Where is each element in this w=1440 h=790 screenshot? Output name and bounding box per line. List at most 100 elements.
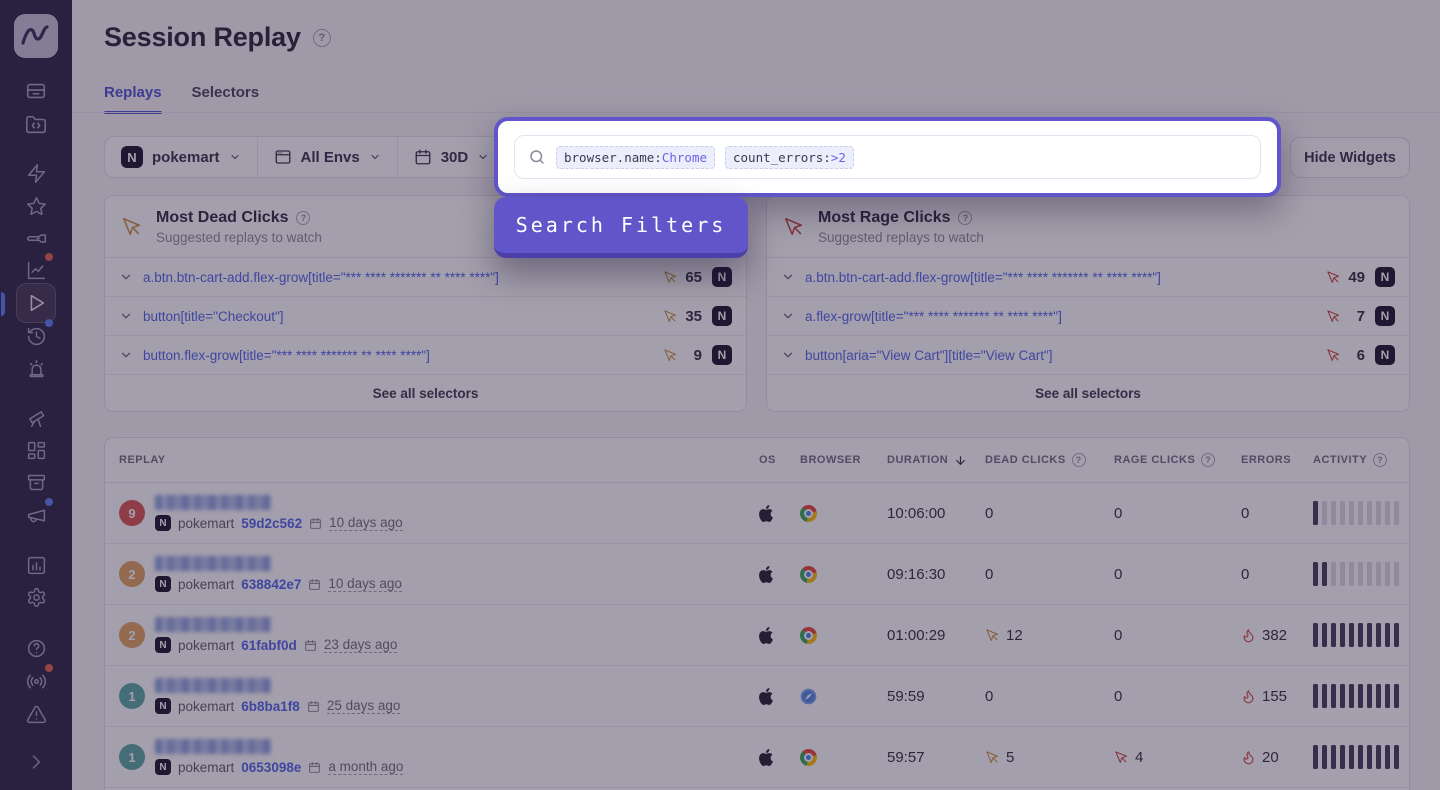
duration-value: 59:57: [887, 749, 985, 766]
replay-count-badge: 2: [119, 561, 145, 587]
replay-id-link[interactable]: 638842e7: [241, 577, 301, 592]
activity-bars: [1313, 501, 1399, 525]
sidebar-item-code-folder[interactable]: [16, 105, 56, 145]
tabs-divider: [72, 112, 1440, 113]
chevron-down-icon[interactable]: [781, 270, 795, 284]
rage-clicks-value: 0: [1114, 566, 1241, 583]
sidebar-item-megaphone[interactable]: [16, 495, 56, 535]
project-name: pokemart: [178, 638, 234, 653]
flame-icon: [1241, 628, 1256, 643]
see-all-selectors-button[interactable]: See all selectors: [767, 375, 1409, 411]
environment-dropdown[interactable]: All Envs: [258, 137, 398, 177]
project-dropdown[interactable]: N pokemart: [105, 137, 258, 177]
activity-bar: [1322, 684, 1327, 708]
filter-chip-browser-name[interactable]: browser.name:Chrome: [556, 146, 715, 169]
replay-id-link[interactable]: 0653098e: [241, 760, 301, 775]
chevron-down-icon: [369, 151, 381, 163]
selector-row[interactable]: a.btn.btn-cart-add.flex-grow[title="*** …: [767, 258, 1409, 297]
history-icon: [26, 326, 47, 347]
settings-icon: [26, 587, 47, 608]
activity-bar: [1394, 623, 1399, 647]
click-count: 49: [1326, 269, 1365, 286]
activity-bar: [1340, 501, 1345, 525]
inbox-icon: [25, 80, 47, 102]
table-row[interactable]: 9 N pokemart 59d2c562 10 days ago 10:06:…: [105, 483, 1409, 544]
errors-value: 0: [1241, 505, 1313, 522]
date-range-dropdown-label: 30D: [441, 149, 469, 166]
selector-link[interactable]: a.btn.btn-cart-add.flex-grow[title="*** …: [143, 270, 653, 285]
selector-row[interactable]: a.btn.btn-cart-add.flex-grow[title="*** …: [105, 258, 746, 297]
chrome-icon: [800, 566, 887, 583]
help-icon[interactable]: ?: [313, 29, 331, 47]
warning-icon: [26, 704, 47, 725]
chevron-down-icon: [477, 151, 489, 163]
table-row[interactable]: 1 N pokemart 6b8ba1f8 25 days ago 59:59 …: [105, 666, 1409, 727]
help-icon[interactable]: ?: [958, 211, 972, 225]
replay-count-badge: 1: [119, 744, 145, 770]
selector-link[interactable]: a.btn.btn-cart-add.flex-grow[title="*** …: [805, 270, 1316, 285]
selector-link[interactable]: button[aria="View Cart"][title="View Car…: [805, 348, 1316, 363]
siren-icon: [26, 359, 47, 380]
table-header-row: REPLAY OS BROWSER DURATION DEAD CLICKS? …: [105, 438, 1409, 483]
col-replay: REPLAY: [119, 454, 759, 466]
replay-date[interactable]: 25 days ago: [327, 698, 401, 714]
replay-date[interactable]: 23 days ago: [324, 637, 398, 653]
chevron-down-icon[interactable]: [119, 270, 133, 284]
activity-bar: [1358, 623, 1363, 647]
help-icon[interactable]: ?: [1373, 453, 1387, 467]
selector-row[interactable]: button[title="Checkout"] 35 N: [105, 297, 746, 336]
replays-table: REPLAY OS BROWSER DURATION DEAD CLICKS? …: [104, 437, 1410, 790]
selector-link[interactable]: a.flex-grow[title="*** **** ******* ** *…: [805, 309, 1316, 324]
date-range-dropdown[interactable]: 30D: [398, 137, 506, 177]
tab-selectors[interactable]: Selectors: [192, 84, 260, 114]
col-duration[interactable]: DURATION: [887, 454, 985, 467]
app-logo[interactable]: [14, 14, 58, 58]
selector-link[interactable]: button[title="Checkout"]: [143, 309, 653, 324]
user-name-blurred: [155, 617, 271, 632]
help-icon[interactable]: ?: [296, 211, 310, 225]
replay-id-link[interactable]: 61fabf0d: [241, 638, 297, 653]
chevron-down-icon[interactable]: [119, 309, 133, 323]
page-title: Session Replay ?: [104, 22, 331, 53]
sidebar-item-siren[interactable]: [16, 349, 56, 389]
cursor-icon: [663, 309, 678, 324]
replay-date[interactable]: 10 days ago: [329, 515, 403, 531]
megaphone-icon: [26, 505, 47, 526]
replay-date[interactable]: 10 days ago: [328, 576, 402, 592]
help-icon[interactable]: ?: [1072, 453, 1086, 467]
replay-id-link[interactable]: 59d2c562: [241, 516, 302, 531]
search-input[interactable]: browser.name:Chrome count_errors:>2: [514, 135, 1261, 179]
dead-clicks-value: 0: [985, 688, 1114, 705]
table-row[interactable]: 2 N pokemart 61fabf0d 23 days ago 01:00:…: [105, 605, 1409, 666]
activity-bar: [1394, 562, 1399, 586]
chevron-down-icon[interactable]: [119, 348, 133, 362]
chevron-down-icon[interactable]: [781, 309, 795, 323]
session-replay-app: Session Replay ? Replays Selectors N pok…: [0, 0, 1440, 790]
filter-chip-count-errors[interactable]: count_errors:>2: [725, 146, 854, 169]
sort-desc-icon: [954, 454, 967, 467]
replay-date[interactable]: a month ago: [328, 759, 403, 775]
activity-bar: [1367, 501, 1372, 525]
chevron-down-icon[interactable]: [781, 348, 795, 362]
activity-bar: [1367, 562, 1372, 586]
sidebar-item-settings[interactable]: [16, 577, 56, 617]
table-row[interactable]: 1 N pokemart 0653098e a month ago 59:57 …: [105, 727, 1409, 788]
table-row[interactable]: 2 N pokemart 638842e7 10 days ago 09:16:…: [105, 544, 1409, 605]
activity-bar: [1313, 501, 1318, 525]
click-count: 9: [663, 347, 702, 364]
apple-icon: [759, 505, 800, 522]
selector-row[interactable]: button[aria="View Cart"][title="View Car…: [767, 336, 1409, 375]
widget-subtitle: Suggested replays to watch: [156, 230, 322, 245]
project-name: pokemart: [178, 699, 234, 714]
selector-link[interactable]: button.flex-grow[title="*** **** *******…: [143, 348, 653, 363]
see-all-selectors-button[interactable]: See all selectors: [105, 375, 746, 411]
tab-replays[interactable]: Replays: [104, 84, 162, 114]
sidebar-item-collapse[interactable]: [16, 742, 56, 782]
hide-widgets-button[interactable]: Hide Widgets: [1290, 137, 1410, 178]
selector-row[interactable]: button.flex-grow[title="*** **** *******…: [105, 336, 746, 375]
selector-row[interactable]: a.flex-grow[title="*** **** ******* ** *…: [767, 297, 1409, 336]
replay-id-link[interactable]: 6b8ba1f8: [241, 699, 300, 714]
rage-click-cursor-icon: [783, 216, 805, 238]
sidebar-item-warning[interactable]: [16, 694, 56, 734]
help-icon[interactable]: ?: [1201, 453, 1215, 467]
